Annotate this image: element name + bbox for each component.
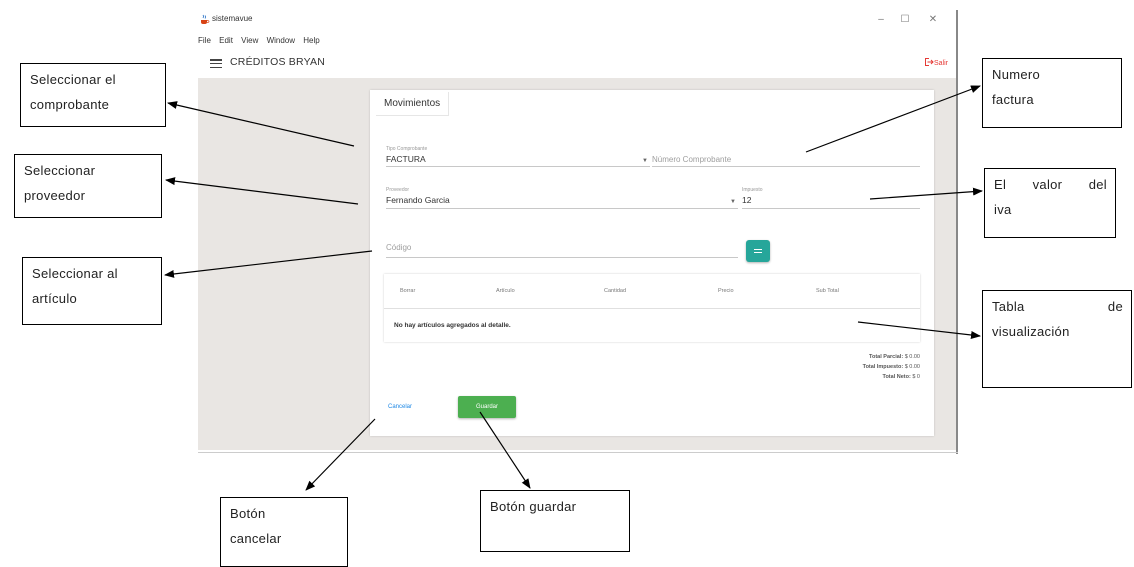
arrow-factura xyxy=(805,85,981,153)
annotation-arrows xyxy=(164,85,983,491)
arrow-comprobante xyxy=(167,101,355,147)
arrow-cancelar xyxy=(305,418,376,491)
arrow-iva xyxy=(869,187,983,200)
arrow-articulo xyxy=(164,250,373,278)
arrow-tabla xyxy=(857,321,981,339)
arrow-guardar xyxy=(479,411,531,489)
arrow-proveedor xyxy=(165,177,359,205)
